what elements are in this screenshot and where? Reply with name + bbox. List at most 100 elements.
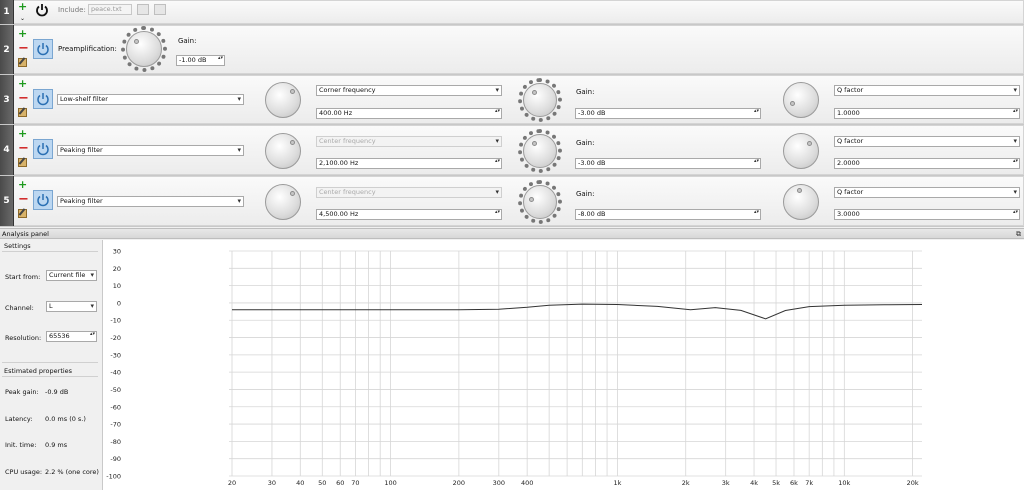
y-tick-label: -50 (110, 386, 121, 394)
q-factor-select[interactable]: Q factor (834, 187, 1020, 198)
include-label: Include: (58, 6, 86, 14)
frequency-knob[interactable] (265, 82, 301, 118)
row-number: 2 (0, 25, 14, 74)
add-filter-icon[interactable]: + (18, 128, 27, 139)
edit-file-button[interactable] (154, 4, 166, 15)
frequency-response-chart: 3020100-10-20-30-40-50-60-70-80-90-10020… (106, 248, 923, 487)
preamp-gain-spinbox[interactable]: -1.00 dB (176, 55, 225, 66)
power-toggle-button[interactable] (33, 139, 53, 159)
x-tick-label: 6k (790, 479, 798, 487)
gain-spinbox[interactable]: -3.00 dB (575, 108, 761, 119)
filter-type-select[interactable]: Peaking filter (57, 145, 244, 156)
edit-icon[interactable] (18, 209, 27, 218)
resolution-spinbox[interactable]: 65536 (46, 331, 97, 342)
start-from-select[interactable]: Current file (46, 270, 97, 281)
row-number: 5 (0, 176, 14, 226)
y-tick-label: -100 (106, 473, 121, 481)
knob-indicator (290, 89, 295, 94)
knob-indicator (134, 39, 139, 44)
open-file-button[interactable] (137, 4, 149, 15)
channel-select[interactable]: L (46, 301, 97, 312)
frequency-knob[interactable] (265, 133, 301, 169)
y-tick-label: -80 (110, 438, 121, 446)
divider (2, 251, 98, 252)
resolution-label: Resolution: (5, 334, 42, 342)
edit-icon[interactable] (18, 58, 27, 67)
x-tick-label: 4k (750, 479, 758, 487)
filter-row-2: 2 + − Preamplification: Gain: -1.00 dB (0, 25, 1024, 75)
edit-icon[interactable] (18, 158, 27, 167)
filter-type-select[interactable]: Low-shelf filter (57, 94, 244, 105)
power-toggle-button[interactable] (33, 89, 53, 109)
gain-knob[interactable] (523, 185, 557, 219)
knob-indicator (807, 141, 812, 146)
q-factor-spinbox[interactable]: 1.0000 (834, 108, 1020, 119)
frequency-spinbox[interactable]: 400.00 Hz (316, 108, 502, 119)
power-toggle-button[interactable] (33, 190, 53, 210)
edit-icon[interactable] (18, 108, 27, 117)
x-tick-label: 7k (805, 479, 813, 487)
analysis-panel-header: Analysis panel ⧉ (0, 228, 1024, 239)
latency-value: 0.0 ms (0 s.) (45, 415, 86, 423)
q-factor-spinbox[interactable]: 2.0000 (834, 158, 1020, 169)
include-file-field[interactable]: peace.txt (88, 4, 132, 15)
frequency-spinbox[interactable]: 2,100.00 Hz (316, 158, 502, 169)
gain-label: Gain: (576, 88, 595, 96)
remove-filter-icon[interactable]: − (18, 92, 29, 105)
x-tick-label: 50 (318, 479, 326, 487)
preamp-gain-knob[interactable] (126, 31, 162, 67)
q-factor-knob[interactable] (783, 133, 819, 169)
row-number: 1 (0, 0, 14, 24)
start-from-label: Start from: (5, 273, 41, 281)
remove-filter-icon[interactable]: − (18, 193, 29, 206)
y-tick-label: 0 (117, 299, 121, 307)
knob-indicator (532, 90, 537, 95)
x-tick-label: 1k (613, 479, 621, 487)
x-tick-label: 70 (351, 479, 359, 487)
frequency-type-select[interactable]: Corner frequency (316, 85, 502, 96)
power-toggle-button[interactable] (33, 39, 53, 59)
frequency-knob[interactable] (265, 184, 301, 220)
add-filter-icon[interactable]: + (18, 179, 27, 190)
filter-row-5: 5 + − Peaking filter Center frequency 4,… (0, 176, 1024, 227)
y-tick-label: -10 (110, 317, 121, 325)
x-tick-label: 30 (268, 479, 276, 487)
gain-knob[interactable] (523, 83, 557, 117)
peak-gain-label: Peak gain: (5, 388, 39, 396)
q-factor-knob[interactable] (783, 184, 819, 220)
frequency-spinbox[interactable]: 4,500.00 Hz (316, 209, 502, 220)
remove-filter-icon[interactable]: − (18, 42, 29, 55)
remove-filter-icon[interactable]: − (18, 142, 29, 155)
q-factor-knob[interactable] (783, 82, 819, 118)
add-filter-icon[interactable]: + (18, 78, 27, 89)
filter-type-select[interactable]: Peaking filter (57, 196, 244, 207)
gain-knob[interactable] (523, 134, 557, 168)
divider (2, 376, 98, 377)
frequency-type-select[interactable]: Center frequency (316, 187, 502, 198)
power-icon (37, 143, 49, 156)
gain-spinbox[interactable]: -3.00 dB (575, 158, 761, 169)
knob-indicator (797, 188, 802, 193)
knob-indicator (790, 101, 795, 106)
expand-chevron-icon[interactable]: ⌄ (20, 15, 25, 22)
knob-indicator (290, 191, 295, 196)
x-tick-label: 20k (907, 479, 919, 487)
q-factor-select[interactable]: Q factor (834, 85, 1020, 96)
add-filter-icon[interactable]: + (18, 1, 27, 12)
q-factor-spinbox[interactable]: 3.0000 (834, 209, 1020, 220)
power-icon[interactable] (35, 3, 49, 17)
frequency-type-select[interactable]: Center frequency (316, 136, 502, 147)
init-time-label: Init. time: (5, 441, 37, 449)
row-number: 4 (0, 125, 14, 175)
frequency-response-graph[interactable]: 30 20 10 0 -10 -20 -30 -40 -50 -60 -70 -80 -90 -100 20… (103, 240, 1024, 490)
y-tick-label: -40 (110, 369, 121, 377)
x-tick-label: 100 (384, 479, 396, 487)
restore-icon[interactable]: ⧉ (1016, 230, 1021, 239)
analysis-panel-title: Analysis panel (2, 230, 49, 238)
init-time-value: 0.9 ms (45, 441, 68, 449)
add-filter-icon[interactable]: + (18, 28, 27, 39)
q-factor-select[interactable]: Q factor (834, 136, 1020, 147)
gain-spinbox[interactable]: -8.00 dB (575, 209, 761, 220)
y-tick-label: -30 (110, 351, 121, 359)
x-tick-label: 40 (296, 479, 304, 487)
